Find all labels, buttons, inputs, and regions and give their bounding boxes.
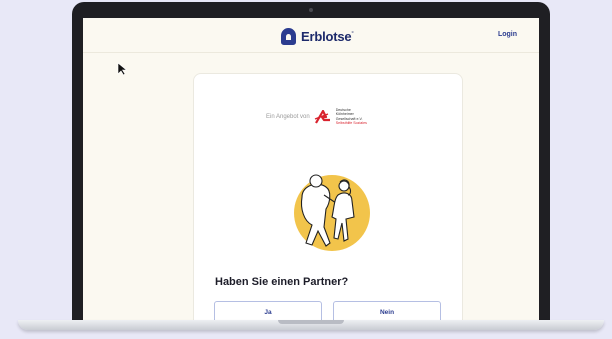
- couple-illustration: [294, 174, 370, 251]
- brand-name: Erblotse°: [301, 28, 354, 44]
- login-link[interactable]: Login: [498, 31, 517, 38]
- question-card: Ein Angebot von Deutsche Kölnheimer Gese…: [193, 73, 463, 320]
- browser-screen: Erblotse° Login Ein Angebot von Deutsche…: [83, 18, 539, 320]
- offer-attribution: Ein Angebot von Deutsche Kölnheimer Gese…: [266, 108, 370, 126]
- mouse-cursor-icon: [117, 62, 128, 76]
- partner-logo-icon: [314, 109, 330, 124]
- question-heading: Haben Sie einen Partner?: [215, 276, 349, 288]
- left-figure-head: [309, 174, 323, 188]
- brand[interactable]: Erblotse°: [281, 27, 354, 45]
- brand-mark: °: [351, 31, 354, 38]
- right-figure-head: [338, 180, 350, 192]
- top-navigation: Erblotse° Login: [83, 18, 539, 53]
- laptop-base: [18, 320, 604, 330]
- webcam: [309, 8, 313, 12]
- partner-name-line3: Selbsthilfe Soziales: [335, 121, 367, 126]
- partner-name-line2: Gesellschaft e.V.: [335, 116, 363, 121]
- answer-yes-button[interactable]: Ja: [214, 301, 322, 320]
- laptop-base-notch: [278, 320, 344, 324]
- partner-name-line1: Deutsche Kölnheimer: [335, 108, 354, 117]
- partner-name: Deutsche Kölnheimer Gesellschaft e.V. Se…: [336, 108, 370, 126]
- laptop-frame: Erblotse° Login Ein Angebot von Deutsche…: [72, 2, 550, 324]
- answer-no-button[interactable]: Nein: [333, 301, 441, 320]
- offer-prefix: Ein Angebot von: [266, 113, 310, 120]
- erblotse-logo-icon: [281, 27, 296, 45]
